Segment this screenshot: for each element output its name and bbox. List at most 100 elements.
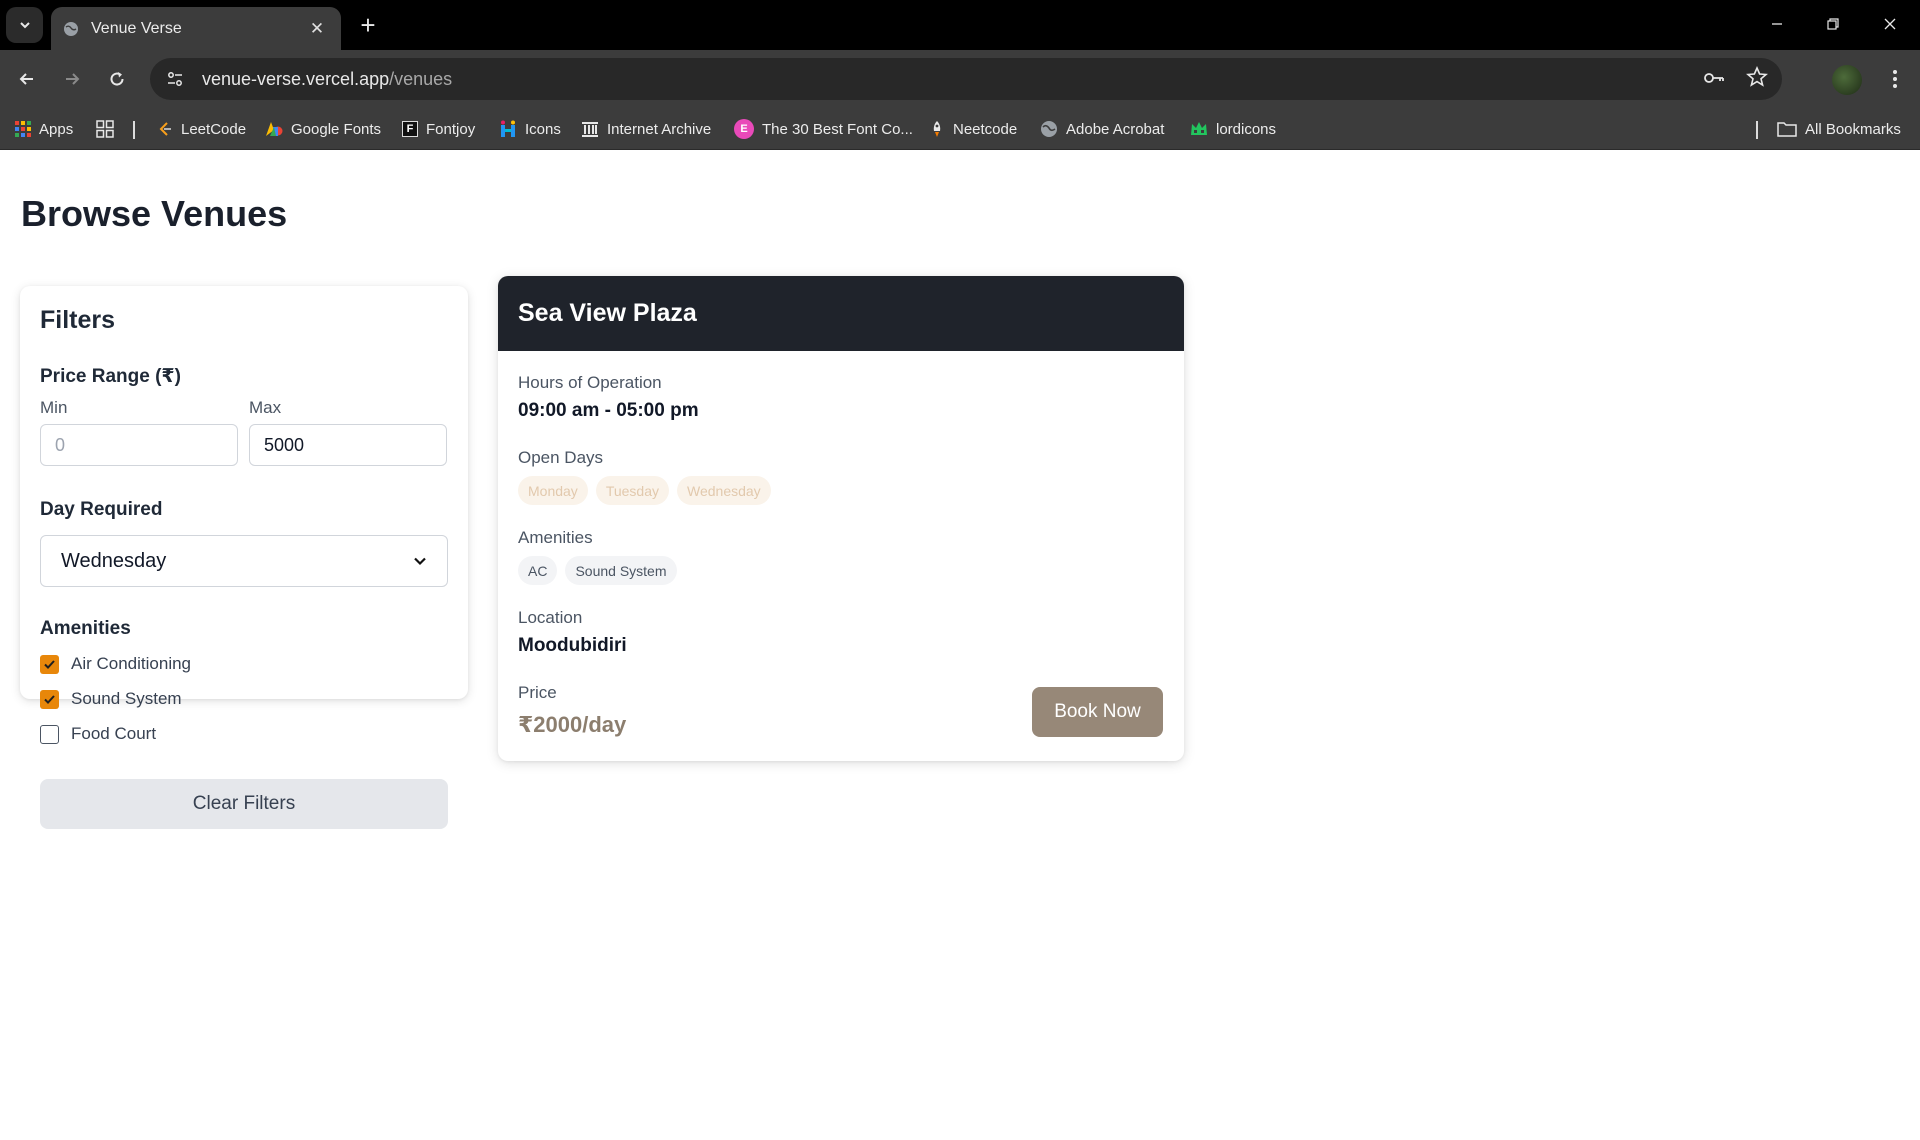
arrow-right-icon: [66, 73, 80, 85]
minimize-icon: [1772, 23, 1782, 25]
venue-card: Sea View Plaza Hours of Operation 09:00 …: [498, 276, 1184, 761]
bookmark-star-icon[interactable]: [1746, 65, 1768, 95]
fontjoy-icon: F: [402, 121, 418, 137]
clear-filters-button[interactable]: Clear Filters: [40, 779, 448, 829]
more-vertical-icon: [1893, 70, 1897, 88]
venue-card-header: Sea View Plaza: [498, 276, 1184, 351]
chevron-down-icon: [19, 22, 30, 29]
location-label: Location: [518, 608, 583, 627]
amenity-air-conditioning[interactable]: Air Conditioning: [40, 654, 191, 674]
url-host: venue-verse.vercel.app: [202, 68, 390, 89]
checkbox-checked[interactable]: [40, 654, 59, 674]
min-price-input[interactable]: [40, 424, 238, 466]
bookmark-separator: [133, 121, 135, 139]
hours-value: 09:00 am - 05:00 pm: [518, 400, 699, 421]
bookmark-icons[interactable]: Icons: [499, 118, 561, 140]
price-range-label: Price Range (₹): [40, 366, 181, 387]
globe-icon: [1041, 121, 1057, 137]
tab-close-icon[interactable]: ✕: [305, 19, 329, 39]
amenity-label: Food Court: [71, 724, 157, 743]
bookmark-label: The 30 Best Font Co...: [762, 120, 913, 138]
bookmark-fontjoy[interactable]: F Fontjoy: [402, 118, 475, 140]
bookmark-label: Icons: [525, 120, 561, 138]
max-price-input[interactable]: [249, 424, 447, 466]
forward-button[interactable]: [54, 61, 90, 97]
bookmark-separator: [1756, 121, 1758, 139]
new-tab-button[interactable]: +: [352, 10, 384, 42]
amenities-label: Amenities: [40, 618, 131, 639]
close-icon: [1884, 18, 1896, 30]
browser-tab-strip: Venue Verse ✕ +: [0, 0, 1920, 50]
grid-icon: [96, 120, 114, 138]
bookmark-lordicons[interactable]: lordicons: [1190, 118, 1276, 140]
bookmark-label: lordicons: [1216, 120, 1277, 138]
folder-icon: [1777, 122, 1797, 137]
bookmark-best-font[interactable]: E The 30 Best Font Co...: [734, 118, 913, 140]
price-label: Price: [518, 683, 557, 702]
bookmark-apps[interactable]: Apps: [15, 118, 73, 140]
tab-title: Venue Verse: [91, 19, 182, 37]
hours-label: Hours of Operation: [518, 373, 662, 392]
open-days-chips: Monday Tuesday Wednesday: [518, 476, 771, 505]
bookmark-label: Fontjoy: [426, 120, 476, 138]
bookmark-label: LeetCode: [181, 120, 247, 138]
close-window-button[interactable]: [1870, 8, 1910, 40]
profile-avatar[interactable]: [1832, 65, 1862, 95]
book-now-button[interactable]: Book Now: [1032, 687, 1163, 737]
site-info-icon[interactable]: [154, 70, 196, 88]
checkbox-checked[interactable]: [40, 689, 59, 709]
reload-icon: [110, 72, 124, 86]
browser-menu-button[interactable]: [1880, 64, 1910, 94]
amenity-food-court[interactable]: Food Court: [40, 724, 156, 744]
price-value: ₹2000/day: [518, 712, 627, 737]
day-chip: Tuesday: [595, 476, 669, 505]
google-fonts-icon: [266, 122, 283, 136]
browser-toolbar: venue-verse.vercel.app/venues: [0, 50, 1920, 108]
day-select[interactable]: Wednesday: [40, 535, 448, 587]
url-text: venue-verse.vercel.app/venues: [202, 69, 452, 90]
bookmark-google-fonts[interactable]: Google Fonts: [265, 118, 381, 140]
tab-search-button[interactable]: [6, 7, 43, 43]
day-chip: Monday: [518, 476, 588, 505]
filters-title: Filters: [40, 306, 116, 334]
apps-grid-icon: [15, 121, 31, 137]
reload-button[interactable]: [99, 61, 135, 97]
minimize-button[interactable]: [1757, 8, 1797, 40]
bookmark-label: Apps: [39, 120, 74, 138]
venue-amenities-label: Amenities: [518, 528, 593, 547]
bookmark-label: Adobe Acrobat: [1066, 120, 1165, 138]
bookmark-internet-archive[interactable]: Internet Archive: [581, 118, 711, 140]
amenity-label: Sound System: [71, 689, 182, 708]
page-title: Browse Venues: [21, 193, 288, 234]
password-key-icon[interactable]: [1702, 66, 1726, 95]
icons8-icon: [501, 120, 515, 137]
open-days-label: Open Days: [518, 448, 604, 467]
min-price-label: Min: [40, 398, 68, 417]
amenity-sound-system[interactable]: Sound System: [40, 689, 182, 709]
filters-panel: Filters Price Range (₹) Min Max Day Requ…: [20, 286, 468, 829]
tab-venue-verse[interactable]: Venue Verse ✕: [51, 7, 341, 50]
back-button[interactable]: [9, 61, 45, 97]
day-select-value: Wednesday: [61, 549, 167, 572]
internet-archive-icon: [582, 122, 598, 137]
bookmark-adobe-acrobat[interactable]: Adobe Acrobat: [1040, 118, 1164, 140]
amenity-chip: Sound System: [565, 556, 677, 585]
amenity-label: Air Conditioning: [71, 654, 192, 673]
bookmark-neetcode[interactable]: Neetcode: [929, 118, 1017, 140]
all-bookmarks-button[interactable]: All Bookmarks: [1777, 118, 1901, 140]
bookmark-label: Neetcode: [953, 120, 1018, 138]
chevron-down-icon: [414, 557, 426, 566]
amenity-chips: AC Sound System: [518, 556, 677, 585]
tab-groups-button[interactable]: [96, 118, 114, 140]
amenity-chip: AC: [518, 556, 558, 585]
restore-icon: [1827, 18, 1839, 30]
checkbox-unchecked[interactable]: [40, 724, 59, 744]
arrow-left-icon: [19, 73, 33, 85]
globe-icon: [64, 21, 78, 36]
day-chip: Wednesday: [677, 476, 771, 505]
address-bar[interactable]: venue-verse.vercel.app/venues: [150, 58, 1782, 100]
restore-button[interactable]: [1813, 8, 1853, 40]
bookmark-leetcode[interactable]: LeetCode: [157, 118, 246, 140]
bookmark-label: Internet Archive: [607, 120, 712, 138]
location-value: Moodubidiri: [518, 635, 627, 656]
